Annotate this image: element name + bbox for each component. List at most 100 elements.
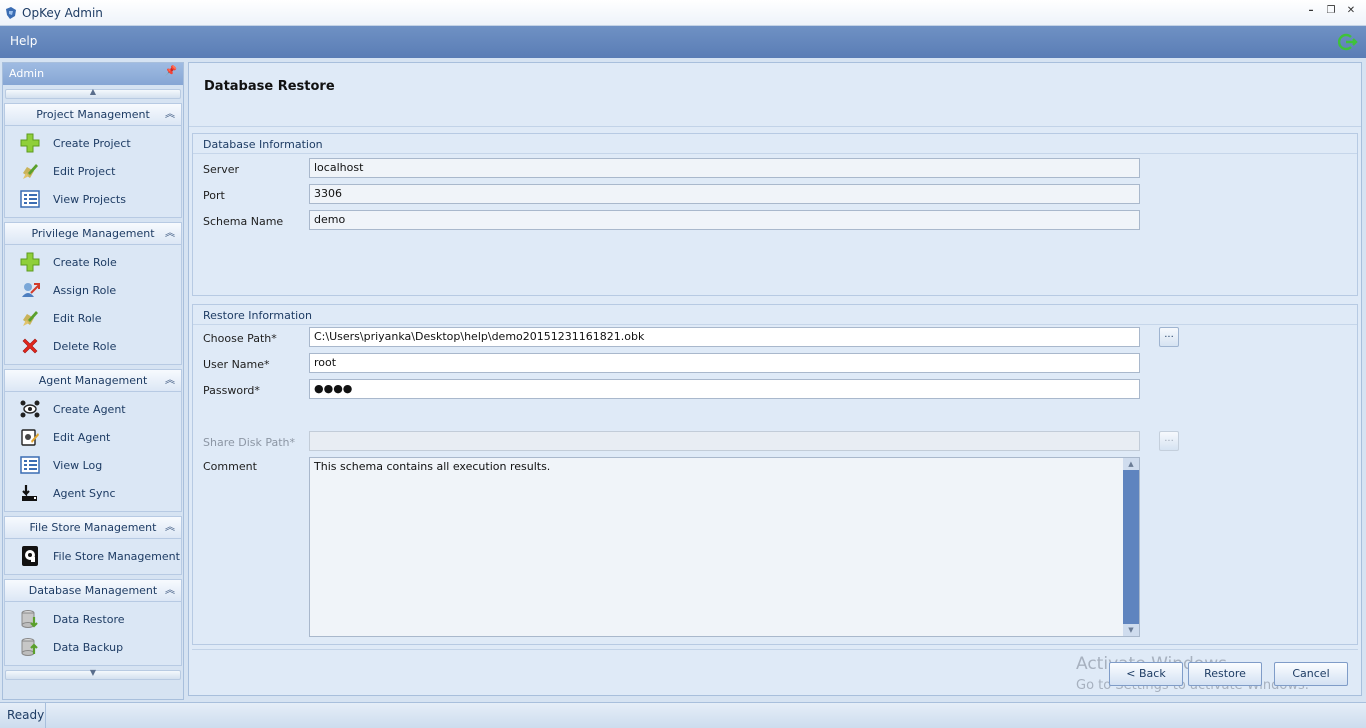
sidebar-scroll-down[interactable]: ▼ — [5, 668, 181, 680]
sidebar-item-label: Create Role — [53, 255, 117, 269]
restore-information-section: Restore Information Choose Path* C:\User… — [192, 304, 1358, 645]
dialog-footer: Activate Windows Go to Settings to activ… — [192, 649, 1358, 693]
window-title-bar: OpKey Admin – ❐ ✕ — [0, 0, 1366, 26]
scroll-down-icon[interactable]: ▼ — [1123, 624, 1139, 636]
schema-name-label: Schema Name — [203, 215, 284, 228]
cancel-button[interactable]: Cancel — [1274, 662, 1348, 686]
collapse-icon[interactable]: ︽ — [165, 517, 175, 538]
sidebar-item-label: View Log — [53, 458, 103, 472]
group-title: File Store Management — [29, 521, 157, 534]
browse-path-button[interactable]: ... — [1159, 327, 1179, 347]
section-title: Database Information — [193, 134, 1357, 154]
exit-icon[interactable] — [1338, 32, 1358, 52]
admin-sidebar: Admin 📌 ▲ Project Management ︽ Create Pr… — [2, 62, 184, 700]
schema-name-field[interactable]: demo — [309, 210, 1140, 230]
group-title: Database Management — [28, 584, 158, 597]
sidebar-item-view-projects[interactable]: View Projects — [5, 185, 181, 213]
sidebar-item-label: File Store Management — [53, 549, 180, 563]
scroll-up-icon[interactable]: ▲ — [1123, 458, 1139, 470]
choose-path-field[interactable]: C:\Users\priyanka\Desktop\help\demo20151… — [309, 327, 1140, 347]
comment-textarea[interactable]: This schema contains all execution resul… — [309, 457, 1140, 637]
sidebar-item-label: View Projects — [53, 192, 126, 206]
group-privilege-management: Privilege Management ︽ Create Role Assig… — [4, 222, 182, 365]
sidebar-item-label: Data Backup — [53, 640, 124, 654]
port-field[interactable]: 3306 — [309, 184, 1140, 204]
group-project-management: Project Management ︽ Create Project Edit… — [4, 103, 182, 218]
sidebar-item-label: Delete Role — [53, 339, 117, 353]
sidebar-item-file-store-management[interactable]: File Store Management — [5, 542, 181, 570]
menu-help[interactable]: Help — [10, 34, 37, 48]
sidebar-item-create-agent[interactable]: Create Agent — [5, 395, 181, 423]
collapse-icon[interactable]: ︽ — [165, 104, 175, 125]
app-logo-icon — [6, 7, 16, 19]
chevron-down-icon: ▼ — [89, 668, 97, 677]
sidebar-scroll-up[interactable]: ▲ — [5, 87, 181, 99]
group-header-privilege-management[interactable]: Privilege Management ︽ — [5, 223, 181, 245]
password-label: Password* — [203, 384, 260, 397]
back-button[interactable]: < Back — [1109, 662, 1183, 686]
chevron-up-icon: ▲ — [89, 87, 97, 96]
delete-icon — [19, 335, 41, 357]
comment-label: Comment — [203, 460, 257, 473]
sidebar-item-label: Agent Sync — [53, 486, 116, 500]
sidebar-header: Admin 📌 — [3, 63, 183, 85]
sidebar-item-assign-role[interactable]: Assign Role — [5, 276, 181, 304]
sidebar-title: Admin — [9, 67, 45, 80]
database-restore-icon — [19, 608, 41, 630]
sidebar-item-label: Data Restore — [53, 612, 125, 626]
pin-icon[interactable]: 📌 — [165, 66, 177, 77]
share-disk-path-label: Share Disk Path* — [203, 436, 296, 449]
sidebar-item-edit-project[interactable]: Edit Project — [5, 157, 181, 185]
comment-text: This schema contains all execution resul… — [314, 460, 551, 473]
assign-role-icon — [19, 279, 41, 301]
group-title: Project Management — [36, 108, 150, 121]
sidebar-item-label: Assign Role — [53, 283, 117, 297]
database-restore-panel: Database Restore Database Information Se… — [188, 62, 1362, 696]
server-label: Server — [203, 163, 240, 176]
sidebar-item-label: Edit Project — [53, 164, 116, 178]
sidebar-item-agent-sync[interactable]: Agent Sync — [5, 479, 181, 507]
menu-bar: Help — [0, 26, 1366, 58]
comment-scrollbar[interactable]: ▲ ▼ — [1123, 458, 1139, 636]
password-field[interactable]: ●●●● — [309, 379, 1140, 399]
sidebar-item-label: Edit Role — [53, 311, 102, 325]
sidebar-item-label: Create Project — [53, 136, 131, 150]
plus-icon — [19, 132, 41, 154]
group-agent-management: Agent Management ︽ Create Agent Edit Age… — [4, 369, 182, 512]
collapse-icon[interactable]: ︽ — [165, 580, 175, 601]
sidebar-item-data-backup[interactable]: Data Backup — [5, 633, 181, 661]
group-header-file-store-management[interactable]: File Store Management ︽ — [5, 517, 181, 539]
user-name-field[interactable]: root — [309, 353, 1140, 373]
group-title: Privilege Management — [31, 227, 155, 240]
restore-button[interactable]: Restore — [1188, 662, 1262, 686]
edit-agent-icon — [19, 426, 41, 448]
sidebar-item-edit-role[interactable]: Edit Role — [5, 304, 181, 332]
collapse-icon[interactable]: ︽ — [165, 370, 175, 391]
list-icon — [19, 454, 41, 476]
collapse-icon[interactable]: ︽ — [165, 223, 175, 244]
group-header-database-management[interactable]: Database Management ︽ — [5, 580, 181, 602]
group-file-store-management: File Store Management ︽ File Store Manag… — [4, 516, 182, 575]
group-title: Agent Management — [38, 374, 148, 387]
file-store-icon — [19, 545, 41, 567]
sidebar-item-data-restore[interactable]: Data Restore — [5, 605, 181, 633]
window-title: OpKey Admin — [22, 6, 103, 20]
user-name-label: User Name* — [203, 358, 270, 371]
browse-share-path-button: ... — [1159, 431, 1179, 451]
database-backup-icon — [19, 636, 41, 658]
sidebar-item-view-log[interactable]: View Log — [5, 451, 181, 479]
sidebar-item-create-project[interactable]: Create Project — [5, 129, 181, 157]
minimize-button[interactable]: – — [1304, 4, 1318, 18]
status-text: Ready — [0, 703, 46, 728]
port-label: Port — [203, 189, 225, 202]
group-header-agent-management[interactable]: Agent Management ︽ — [5, 370, 181, 392]
content-header: Database Restore — [189, 63, 1361, 127]
sidebar-item-edit-agent[interactable]: Edit Agent — [5, 423, 181, 451]
database-information-section: Database Information Server localhost Po… — [192, 133, 1358, 296]
sidebar-item-delete-role[interactable]: Delete Role — [5, 332, 181, 360]
group-header-project-management[interactable]: Project Management ︽ — [5, 104, 181, 126]
maximize-button[interactable]: ❐ — [1324, 4, 1338, 18]
server-field[interactable]: localhost — [309, 158, 1140, 178]
sidebar-item-create-role[interactable]: Create Role — [5, 248, 181, 276]
close-button[interactable]: ✕ — [1344, 4, 1358, 18]
